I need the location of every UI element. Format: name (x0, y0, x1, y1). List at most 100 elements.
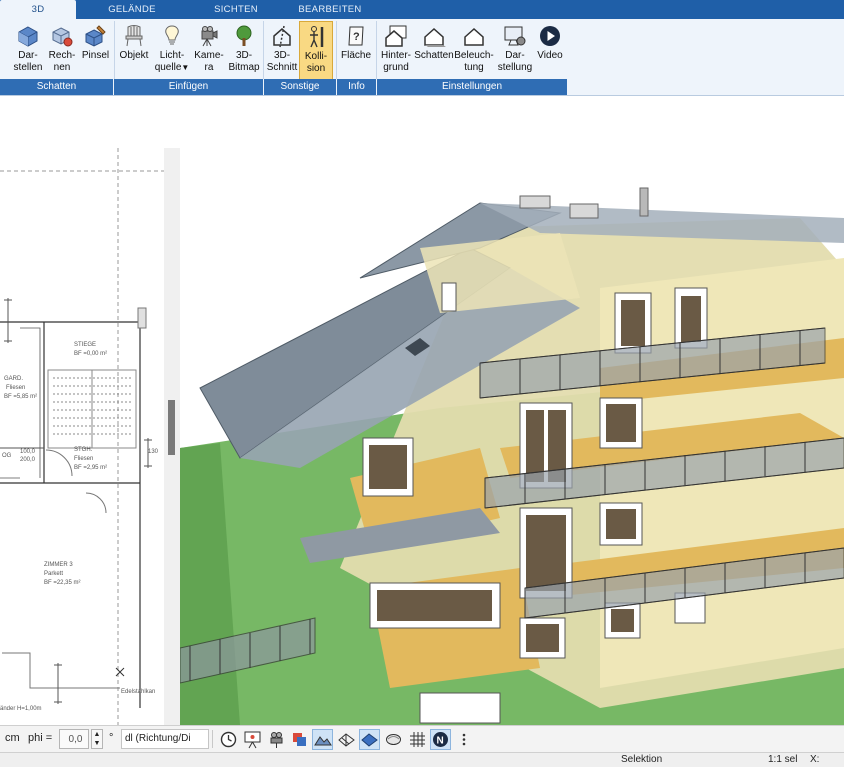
bitmap-label-1: 3D- (235, 50, 253, 61)
rechnen-label-1: Rech- (48, 50, 76, 61)
plan-scrollbar-thumb[interactable] (168, 400, 175, 455)
door-arc (45, 449, 73, 477)
objekt-label: Objekt (119, 50, 149, 61)
lichtquelle-label-2: quelle▼ (153, 62, 191, 74)
group-separator (336, 21, 337, 79)
display-settings-icon (504, 26, 526, 46)
presentation-icon[interactable] (242, 729, 263, 750)
svg-text:N: N (437, 736, 444, 747)
solid-view-icon[interactable] (359, 729, 380, 750)
pinsel-button[interactable]: Pinsel (79, 21, 112, 83)
area-info-icon: ? (348, 26, 364, 46)
north-icon[interactable]: N (430, 729, 451, 750)
degree-label: ° (109, 732, 114, 744)
kamera-label-2: ra (204, 62, 214, 73)
room-label-zimmer3: ZIMMER 3 (44, 562, 73, 568)
paint-brush-cube-icon (85, 25, 106, 47)
railing-height-label: änder H=1,00m (0, 706, 42, 712)
room-material-zimmer3: Parkett (44, 571, 63, 577)
ribbon: Dar- stellen Rech- nen Pinsel Objekt Lic… (0, 19, 844, 96)
shadow-house-icon (424, 27, 446, 47)
lichtquelle-label-text: quelle (154, 62, 182, 73)
toolbar-separator (212, 730, 213, 748)
tab-3d[interactable]: 3D (0, 0, 76, 19)
beleuchtung-label-2: tung (464, 62, 484, 73)
beleuchtung-button[interactable]: Beleuch- tung (454, 21, 494, 83)
bitmap-button[interactable]: 3D- Bitmap (226, 21, 262, 83)
railing-label: Edelstahlkan (121, 689, 155, 695)
hintergrund-label-2: grund (383, 62, 409, 73)
wireframe-icon[interactable] (336, 729, 357, 750)
room-area-stgh: BF =2,95 m² (74, 465, 107, 471)
section-house-icon (273, 25, 291, 48)
objekt-button[interactable]: Objekt (117, 21, 151, 83)
darstellen-label-2: stellen (13, 62, 43, 73)
layers-icon[interactable] (289, 729, 310, 750)
flaeche-button[interactable]: ? Fläche (339, 21, 373, 83)
hintergrund-label-1: Hinter- (380, 50, 411, 61)
hintergrund-button[interactable]: Hinter- grund (378, 21, 414, 83)
tab-bearbeiten[interactable]: BEARBEITEN (290, 0, 370, 19)
phi-spinner[interactable]: ▲ ▼ (91, 729, 103, 749)
view-toolbar: cm phi = ▲ ▼ ° dl (Richtung/Di N (0, 725, 844, 752)
room-area-zimmer3: BF =22,35 m² (44, 580, 81, 586)
camera-path-icon[interactable] (266, 729, 287, 750)
grid-icon[interactable] (407, 729, 428, 750)
darstellung-label-2: stellung (497, 62, 533, 73)
lichtquelle-button[interactable]: Licht- quelle▼ (153, 21, 191, 83)
tab-gelaende[interactable]: GELÄNDE (96, 0, 168, 19)
group-label-einfuegen: Einfügen (114, 79, 263, 95)
more-options-icon[interactable] (458, 729, 470, 750)
render-cube-icon (18, 26, 38, 47)
pinsel-label: Pinsel (81, 50, 110, 61)
status-scale: 1:1 sel (768, 754, 798, 765)
kollision-label-2: sion (306, 63, 326, 74)
video-label: Video (537, 50, 563, 61)
room-label-gard: GARD. (4, 376, 23, 382)
tab-sichten[interactable]: SICHTEN (200, 0, 272, 19)
door-arc (85, 492, 107, 514)
terrain-view-icon[interactable] (312, 729, 333, 750)
beleuchtung-label-1: Beleuch- (454, 50, 494, 61)
group-label-sonstige: Sonstige (264, 79, 336, 95)
spin-up-icon[interactable]: ▲ (92, 730, 102, 739)
direction-select-value: dl (Richtung/Di (125, 733, 191, 744)
rechnen-label-2: nen (53, 62, 71, 73)
kamera-button[interactable]: Kame- ra (191, 21, 227, 83)
clock-icon[interactable] (218, 729, 239, 750)
room-material-stgh: Fliesen (74, 456, 93, 462)
plan-scrollbar[interactable] (164, 148, 180, 725)
darstellung-label-1: Dar- (505, 50, 525, 61)
lighting-house-icon (464, 27, 484, 46)
texture-icon[interactable] (383, 729, 404, 750)
schnitt-button[interactable]: 3D- Schnitt (266, 21, 298, 83)
direction-select[interactable]: dl (Richtung/Di (121, 729, 209, 749)
group-separator (114, 21, 115, 79)
dimension-label: 130 (148, 449, 159, 455)
group-label-info: Info (337, 79, 376, 95)
dimension-label: 100,0 (20, 449, 36, 455)
darstellung-button[interactable]: Dar- stellung (496, 21, 534, 83)
room-area-stiege: BF =0,00 m² (74, 351, 107, 357)
spin-down-icon[interactable]: ▼ (92, 739, 102, 748)
dimension-label: 200,0 (20, 457, 36, 463)
level-label-og: OG (2, 453, 12, 459)
schatten-button[interactable]: Schatten (414, 21, 454, 83)
darstellen-button[interactable]: Dar- stellen (10, 21, 46, 83)
kollision-button[interactable]: Kolli- sion (299, 21, 333, 83)
light-bulb-icon (165, 25, 179, 45)
darstellen-label-1: Dar- (18, 50, 38, 61)
flaeche-label: Fläche (340, 50, 371, 61)
3d-view[interactable] (180, 148, 844, 725)
ribbon-tab-bar: 3D GELÄNDE SICHTEN BEARBEITEN (0, 0, 844, 19)
kollision-label-1: Kolli- (304, 51, 328, 62)
rechnen-button[interactable]: Rech- nen (46, 21, 78, 83)
phi-input[interactable] (59, 729, 89, 749)
floor-plan-view[interactable]: STIEGE BF =0,00 m² GARD. Fliesen BF =5,8… (0, 148, 180, 725)
phi-label: phi = (28, 732, 53, 744)
play-video-icon (540, 26, 560, 46)
chair-icon (125, 25, 143, 47)
video-button[interactable]: Video (534, 21, 566, 83)
person-collision-icon (310, 26, 324, 48)
stair-symbol (47, 369, 137, 449)
